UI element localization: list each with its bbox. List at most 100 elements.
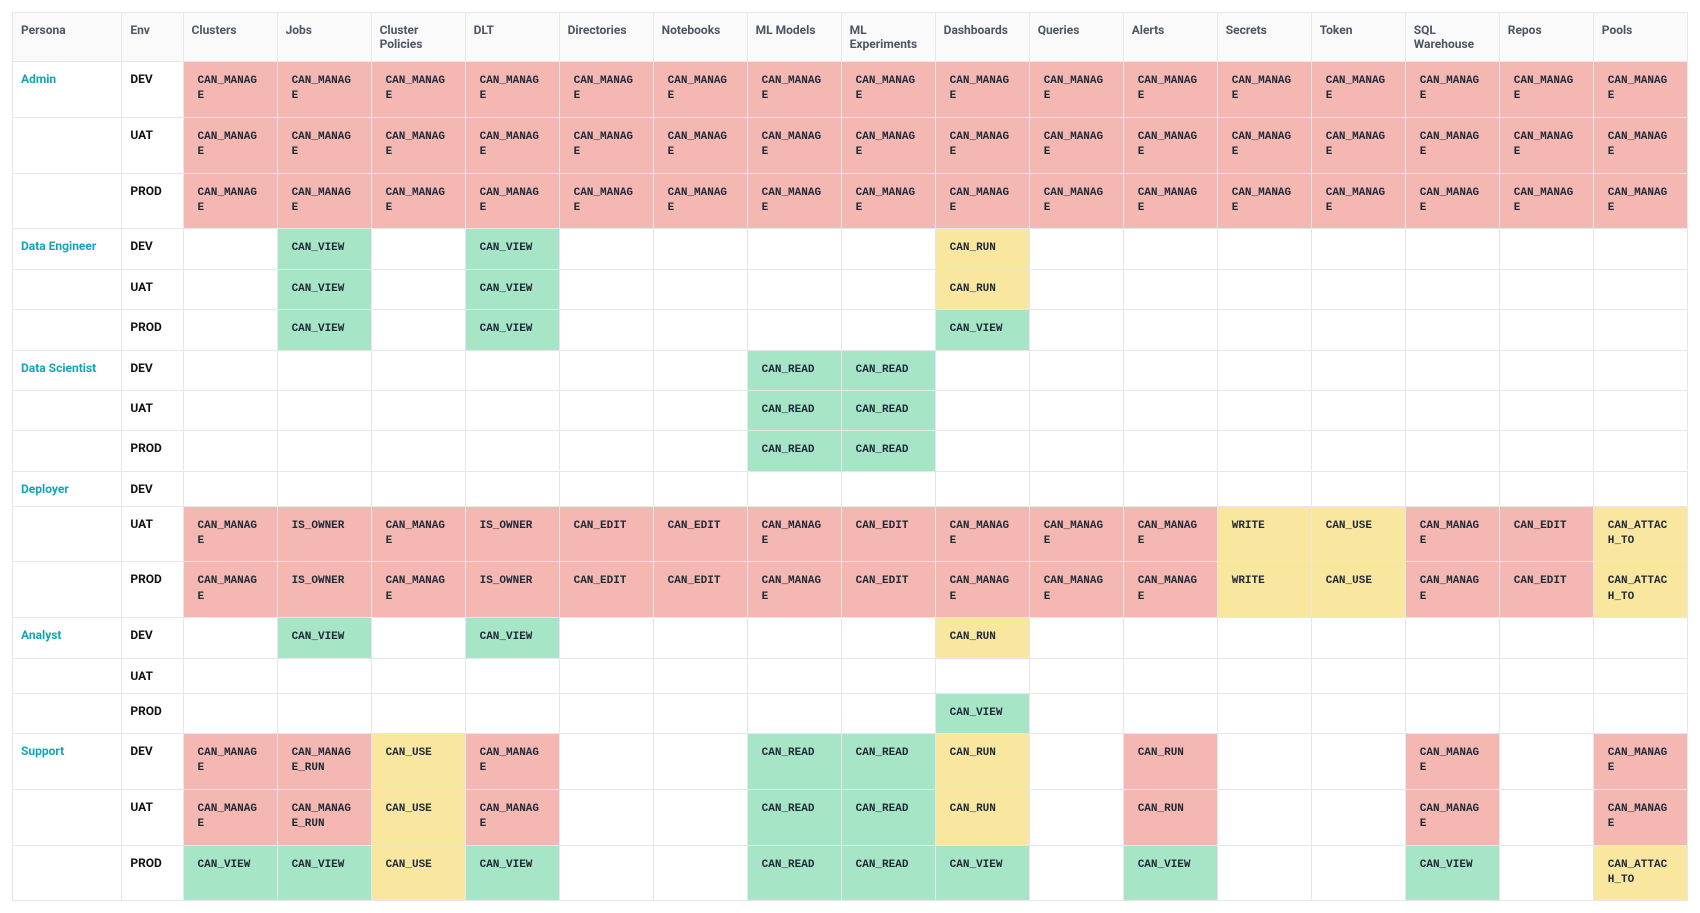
- persona-label: Analyst: [21, 628, 61, 642]
- perm-cell: [1311, 350, 1405, 390]
- perm-pill: CAN_MANAGE: [944, 128, 1021, 163]
- perm-pill: CAN_VIEW: [286, 239, 351, 258]
- perm-cell: CAN_USE: [371, 789, 465, 845]
- perm-cell: [371, 310, 465, 350]
- perm-pill: CAN_ATTACH_TO: [1602, 517, 1679, 552]
- perm-cell: CAN_RUN: [935, 618, 1029, 658]
- perm-cell: [1405, 693, 1499, 733]
- perm-cell: CAN_EDIT: [559, 506, 653, 562]
- perm-cell: [1217, 229, 1311, 269]
- perm-cell: [1593, 431, 1687, 471]
- perm-cell: [1593, 390, 1687, 430]
- perm-cell: CAN_MANAGE: [1593, 734, 1687, 790]
- perm-pill: WRITE: [1226, 572, 1271, 591]
- perm-cell: [747, 618, 841, 658]
- perm-pill: CAN_MANAGE: [286, 72, 363, 107]
- perm-pill: CAN_MANAGE: [1508, 128, 1585, 163]
- perm-cell: [1593, 471, 1687, 506]
- perm-cell: [935, 471, 1029, 506]
- perm-pill: CAN_MANAGE: [568, 72, 645, 107]
- table-row: PRODCAN_VIEWCAN_VIEWCAN_VIEW: [13, 310, 1688, 350]
- perm-pill: CAN_MANAGE: [1320, 184, 1397, 219]
- col-clusters: Clusters: [183, 13, 277, 62]
- perm-cell: CAN_MANAGE: [935, 62, 1029, 118]
- perm-cell: CAN_MANAGE: [371, 562, 465, 618]
- col-env: Env: [122, 13, 183, 62]
- perm-cell: [277, 471, 371, 506]
- perm-cell: CAN_VIEW: [277, 229, 371, 269]
- perm-cell: [1405, 310, 1499, 350]
- perm-pill: CAN_VIEW: [944, 856, 1009, 875]
- perm-cell: [1405, 229, 1499, 269]
- perm-pill: CAN_MANAGE: [286, 184, 363, 219]
- persona-cell: [13, 173, 122, 229]
- perm-cell: CAN_MANAGE: [277, 62, 371, 118]
- perm-cell: CAN_MANAGE: [841, 173, 935, 229]
- persona-label: Data Scientist: [21, 361, 96, 375]
- perm-cell: [1123, 693, 1217, 733]
- perm-cell: [841, 269, 935, 309]
- env-cell: PROD: [122, 693, 183, 733]
- perm-pill: CAN_READ: [756, 800, 821, 819]
- perm-cell: CAN_VIEW: [465, 618, 559, 658]
- perm-cell: CAN_ATTACH_TO: [1593, 506, 1687, 562]
- persona-cell: [13, 658, 122, 693]
- perm-pill: IS_OWNER: [474, 517, 539, 536]
- perm-cell: [1405, 269, 1499, 309]
- perm-pill: CAN_VIEW: [474, 856, 539, 875]
- perm-pill: CAN_MANAGE: [192, 128, 269, 163]
- perm-pill: CAN_MANAGE: [944, 572, 1021, 607]
- perm-cell: CAN_MANAGE: [465, 117, 559, 173]
- perm-cell: [465, 350, 559, 390]
- persona-cell: [13, 431, 122, 471]
- perm-cell: CAN_MANAGE: [935, 562, 1029, 618]
- perm-cell: CAN_MANAGE: [1029, 173, 1123, 229]
- perm-pill: CAN_MANAGE: [568, 184, 645, 219]
- perm-pill: CAN_MANAGE: [568, 128, 645, 163]
- env-label: UAT: [130, 401, 153, 415]
- perm-pill: CAN_READ: [756, 441, 821, 460]
- perm-cell: CAN_MANAGE: [183, 62, 277, 118]
- perm-cell: [1499, 269, 1593, 309]
- perm-cell: [1499, 390, 1593, 430]
- perm-cell: [465, 390, 559, 430]
- perm-cell: [1217, 471, 1311, 506]
- perm-cell: CAN_READ: [747, 390, 841, 430]
- perm-cell: [1217, 310, 1311, 350]
- perm-cell: CAN_VIEW: [277, 310, 371, 350]
- env-cell: PROD: [122, 562, 183, 618]
- env-cell: DEV: [122, 62, 183, 118]
- perm-cell: CAN_MANAGE: [747, 62, 841, 118]
- perm-cell: CAN_MANAGE: [841, 62, 935, 118]
- perm-cell: [1499, 734, 1593, 790]
- perm-cell: CAN_MANAGE: [1311, 117, 1405, 173]
- perm-pill: CAN_EDIT: [850, 572, 915, 591]
- perm-cell: [1123, 431, 1217, 471]
- col-cluster-policies: Cluster Policies: [371, 13, 465, 62]
- perm-cell: CAN_RUN: [1123, 734, 1217, 790]
- perm-cell: CAN_MANAGE: [371, 62, 465, 118]
- perm-cell: CAN_MANAGE: [1405, 734, 1499, 790]
- perm-cell: CAN_MANAGE: [371, 173, 465, 229]
- perm-pill: CAN_VIEW: [192, 856, 257, 875]
- perm-cell: CAN_READ: [841, 431, 935, 471]
- env-cell: DEV: [122, 350, 183, 390]
- persona-cell: [13, 789, 122, 845]
- col-dashboards: Dashboards: [935, 13, 1029, 62]
- persona-cell: Data Engineer: [13, 229, 122, 269]
- perm-cell: CAN_MANAGE: [1405, 506, 1499, 562]
- persona-cell: Analyst: [13, 618, 122, 658]
- perm-pill: CAN_MANAGE: [662, 184, 739, 219]
- perm-cell: [183, 471, 277, 506]
- persona-label: Admin: [21, 72, 56, 86]
- perm-cell: CAN_MANAGE: [935, 173, 1029, 229]
- perm-cell: WRITE: [1217, 506, 1311, 562]
- perm-cell: [653, 350, 747, 390]
- perm-cell: CAN_MANAGE: [183, 789, 277, 845]
- perm-cell: [935, 431, 1029, 471]
- perm-cell: [1311, 618, 1405, 658]
- perm-cell: CAN_MANAGE: [1405, 173, 1499, 229]
- perm-cell: [465, 693, 559, 733]
- perm-cell: CAN_EDIT: [653, 506, 747, 562]
- perm-cell: [559, 845, 653, 901]
